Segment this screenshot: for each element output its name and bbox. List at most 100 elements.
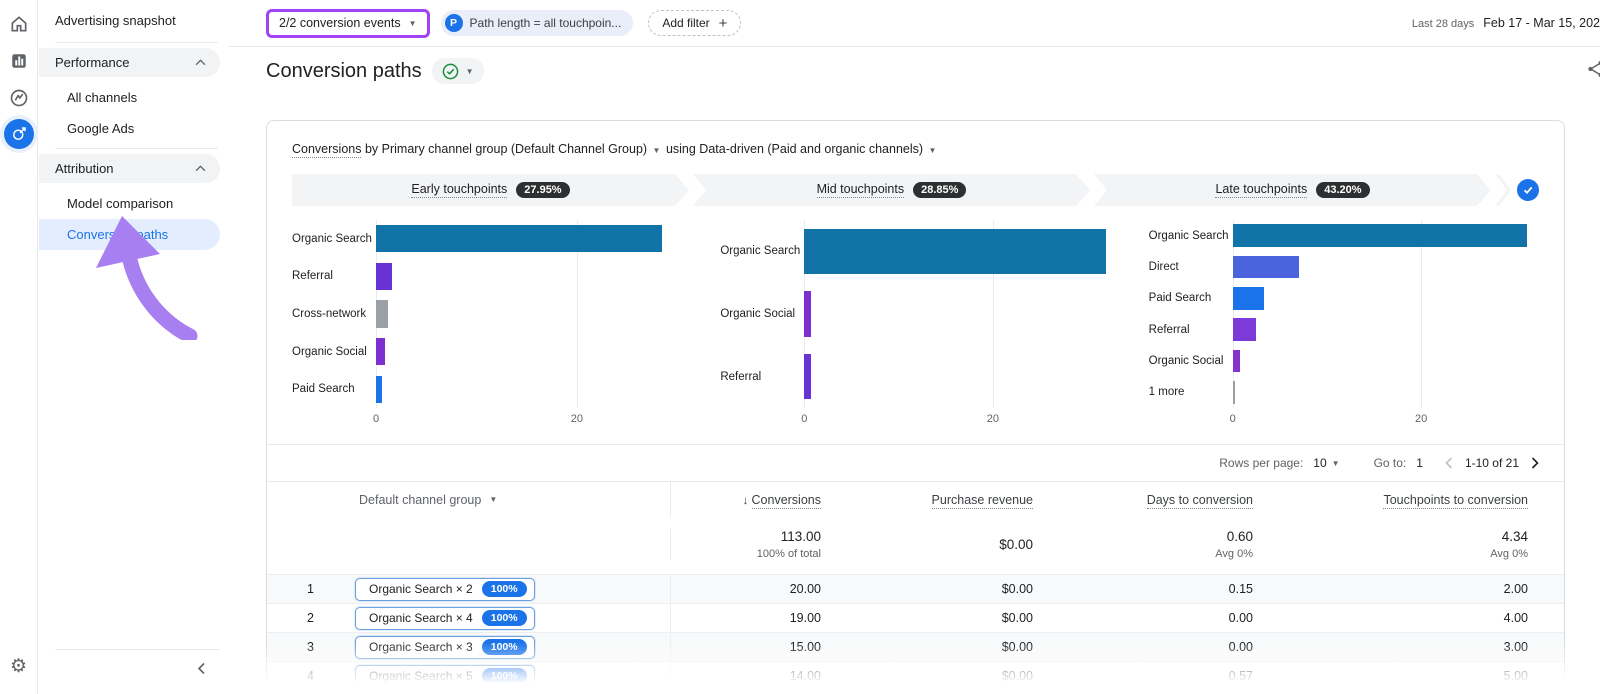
chart-bar-row bbox=[1232, 377, 1539, 408]
chart-category-labels: Organic Search Organic Social Referral bbox=[720, 220, 804, 408]
sidebar-section-performance[interactable]: Performance bbox=[39, 48, 220, 77]
rows-per-page-select[interactable]: 10 ▼ bbox=[1313, 456, 1339, 470]
funnel-stage-percent-badge: 43.20% bbox=[1316, 182, 1369, 198]
chart-bar-row bbox=[1232, 251, 1539, 282]
main-content: 2/2 conversion events ▼ P Path length = … bbox=[228, 0, 1600, 694]
explore-icon[interactable] bbox=[7, 86, 31, 110]
chart-bar-row bbox=[376, 258, 682, 296]
date-range-label: Feb 17 - Mar 15, 202 bbox=[1483, 16, 1600, 30]
column-header-conversions[interactable]: ↓ Conversions bbox=[671, 492, 821, 509]
column-header-days[interactable]: Days to conversion bbox=[1033, 492, 1253, 509]
chart-bar-row bbox=[804, 220, 1110, 283]
chart-bar-row bbox=[376, 220, 682, 258]
row-touchpoints: 2.00 bbox=[1503, 582, 1528, 596]
page-header: Conversion paths ▼ bbox=[228, 47, 1600, 95]
path-percent-badge: 100% bbox=[481, 581, 527, 597]
date-range-picker[interactable]: Last 28 days Feb 17 - Mar 15, 202 bbox=[1412, 16, 1600, 30]
chart-bar bbox=[804, 354, 811, 400]
funnel-stage-percent-badge: 28.85% bbox=[913, 182, 966, 198]
chart-bar bbox=[804, 291, 811, 337]
funnel-stage-2[interactable]: Mid touchpoints 28.85% bbox=[693, 174, 1090, 206]
sidebar-item-model-comparison[interactable]: Model comparison bbox=[39, 188, 220, 219]
column-header-revenue[interactable]: Purchase revenue bbox=[821, 492, 1033, 509]
chart-x-tick: 0 bbox=[372, 413, 380, 425]
previous-page-icon[interactable] bbox=[1445, 457, 1453, 469]
share-icon[interactable] bbox=[1585, 58, 1600, 85]
chart-x-tick: 20 bbox=[570, 413, 583, 425]
sidebar-collapse bbox=[55, 649, 220, 678]
sidebar-item-google-ads[interactable]: Google Ads bbox=[39, 113, 220, 144]
chart-x-axis: 0 20 bbox=[801, 408, 1110, 428]
chart-bar-row bbox=[1232, 220, 1539, 251]
channel-path-chip[interactable]: Organic Search × 4 100% bbox=[355, 606, 535, 630]
path-length-filter-chip[interactable]: P Path length = all touchpoin... bbox=[440, 10, 634, 36]
sidebar-item-all-channels[interactable]: All channels bbox=[39, 82, 220, 113]
chart-x-axis: 0 20 bbox=[1229, 408, 1539, 428]
chart-plot-area bbox=[1232, 220, 1539, 408]
chart-category-label: Referral bbox=[1148, 323, 1190, 336]
home-icon[interactable] bbox=[7, 12, 31, 36]
reports-icon[interactable] bbox=[7, 49, 31, 73]
total-days: 0.60 Avg 0% bbox=[1215, 529, 1253, 560]
channel-path-chip[interactable]: Organic Search × 5 100% bbox=[355, 664, 535, 688]
chevron-down-icon: ▼ bbox=[408, 18, 417, 28]
chevron-down-icon[interactable]: ▼ bbox=[929, 146, 937, 155]
funnel-stages: Early touchpoints 27.95% Mid touchpoints 28… bbox=[292, 174, 1495, 206]
table-pagination: Rows per page: 10 ▼ Go to: 1 1-10 of 21 bbox=[267, 444, 1564, 481]
chart-category-label: Organic Social bbox=[720, 308, 796, 320]
chart-category-label: Organic Search bbox=[292, 232, 372, 245]
selected-check-icon[interactable] bbox=[1517, 179, 1539, 201]
date-preset-label: Last 28 days bbox=[1411, 18, 1475, 30]
chart-category-label: Organic Social bbox=[1148, 354, 1224, 367]
row-path-cell: Organic Search × 4 100% bbox=[323, 604, 671, 632]
column-header-dimension[interactable]: Default channel group ▼ bbox=[267, 482, 671, 517]
metric-label[interactable]: Conversions bbox=[292, 142, 362, 158]
sidebar-section-attribution[interactable]: Attribution bbox=[39, 154, 220, 183]
goto-page-input[interactable]: 1 bbox=[1416, 456, 1423, 470]
report-status-menu[interactable]: ▼ bbox=[431, 58, 484, 84]
row-days: 0.00 bbox=[1228, 640, 1253, 654]
funnel-stage-1[interactable]: Early touchpoints 27.95% bbox=[292, 174, 689, 206]
app-icon-rail: ⚙ bbox=[0, 0, 38, 694]
page-title: Conversion paths bbox=[266, 59, 422, 82]
dimension-selector-row: Conversions by Primary channel group (De… bbox=[292, 142, 937, 158]
chart-x-tick: 0 bbox=[1229, 413, 1236, 425]
channel-path-label: Organic Search × 4 bbox=[369, 611, 473, 625]
row-index: 1 bbox=[307, 582, 314, 596]
goto-label: Go to: bbox=[1373, 456, 1407, 470]
chart-bar-row bbox=[1232, 283, 1539, 314]
chart-category-labels: Organic Search Direct Paid Search Referral O… bbox=[1149, 220, 1233, 408]
chart-category-label: Organic Search bbox=[1148, 229, 1229, 242]
add-filter-button[interactable]: Add filter + bbox=[648, 10, 742, 36]
chevron-down-icon: ▼ bbox=[1331, 458, 1340, 468]
page-range-label: 1-10 of 21 bbox=[1464, 456, 1519, 470]
row-conversions: 15.00 bbox=[789, 640, 821, 654]
channel-path-chip[interactable]: Organic Search × 2 100% bbox=[355, 577, 535, 601]
touchpoint-chart-1: Organic Search Referral Cross-network Organ… bbox=[292, 220, 682, 428]
column-header-touchpoints[interactable]: Touchpoints to conversion bbox=[1253, 492, 1564, 509]
chart-bar bbox=[1232, 255, 1299, 279]
funnel-stage-label: Late touchpoints bbox=[1215, 182, 1308, 196]
advertising-icon[interactable] bbox=[3, 119, 34, 149]
conversion-events-selector[interactable]: 2/2 conversion events ▼ bbox=[266, 8, 430, 38]
funnel-stage-3[interactable]: Late touchpoints 43.20% bbox=[1094, 174, 1491, 206]
row-touchpoints: 5.00 bbox=[1503, 669, 1528, 683]
chart-bar-row bbox=[376, 370, 682, 408]
next-page-icon[interactable] bbox=[1531, 457, 1539, 469]
row-index: 3 bbox=[307, 640, 314, 654]
path-percent-badge: 100% bbox=[481, 639, 527, 655]
collapse-chevron-left-icon[interactable] bbox=[197, 662, 206, 675]
channel-path-label: Organic Search × 5 bbox=[369, 669, 473, 683]
sidebar-item-advertising-snapshot[interactable]: Advertising snapshot bbox=[39, 0, 228, 38]
chevron-down-icon[interactable]: ▼ bbox=[653, 146, 661, 155]
chart-category-label: Organic Search bbox=[720, 245, 801, 258]
sidebar-item-conversion-paths[interactable]: Conversion paths bbox=[39, 219, 220, 250]
chart-category-label: Direct bbox=[1148, 260, 1179, 273]
row-revenue: $0.00 bbox=[1001, 669, 1033, 683]
chart-x-tick: 20 bbox=[986, 413, 999, 425]
settings-gear-icon[interactable]: ⚙ bbox=[7, 654, 31, 678]
chart-bar-row bbox=[1232, 314, 1539, 345]
chart-bar-row bbox=[804, 283, 1110, 346]
channel-path-chip[interactable]: Organic Search × 3 100% bbox=[355, 635, 535, 659]
row-revenue: $0.00 bbox=[1001, 640, 1033, 654]
